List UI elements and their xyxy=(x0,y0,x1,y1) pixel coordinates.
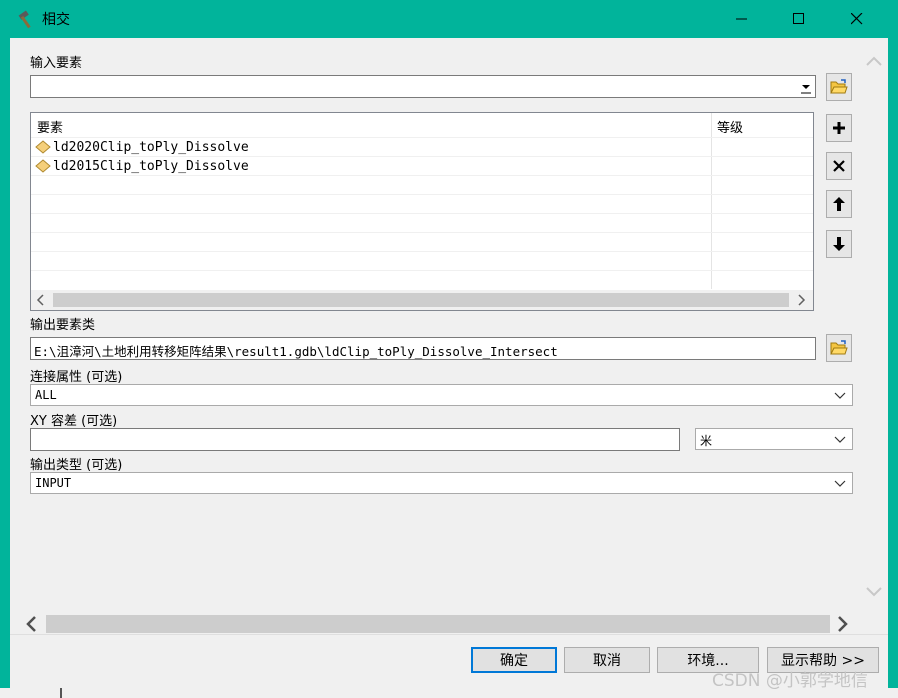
chevron-right-icon[interactable] xyxy=(795,294,807,306)
list-horizontal-scrollbar[interactable] xyxy=(31,290,813,310)
main-scrollbar-thumb[interactable] xyxy=(46,615,830,633)
list-item[interactable]: ld2020Clip_toPly_Dissolve xyxy=(35,138,249,156)
open-folder-icon xyxy=(830,79,848,94)
output-feature-class-value: E:\沮漳河\土地利用转移矩阵结果\result1.gdb\ldClip_toP… xyxy=(34,344,558,359)
xy-tolerance-unit-value: 米 xyxy=(700,434,713,448)
maximize-button[interactable] xyxy=(776,0,822,38)
maximize-icon xyxy=(793,13,804,24)
window-title: 相交 xyxy=(42,12,70,28)
chevron-left-icon xyxy=(26,616,36,632)
open-folder-icon xyxy=(830,340,848,355)
output-type-select[interactable]: INPUT xyxy=(30,472,853,494)
browse-output-button[interactable] xyxy=(826,334,852,362)
column-header-rank[interactable]: 等级 xyxy=(717,117,743,136)
input-features-list[interactable]: 要素 等级 ld2020Clip_toPly_Dissolve ld2015Cl… xyxy=(30,112,814,311)
chevron-down-icon xyxy=(866,587,882,597)
background-edge xyxy=(60,688,62,698)
arrow-down-icon xyxy=(833,237,845,251)
output-feature-class-field[interactable]: E:\沮漳河\土地利用转移矩阵结果\result1.gdb\ldClip_toP… xyxy=(30,337,816,360)
dropdown-arrow-icon xyxy=(801,85,811,94)
ok-button[interactable]: 确定 xyxy=(471,647,557,673)
output-feature-class-label: 输出要素类 xyxy=(30,318,96,333)
column-header-features[interactable]: 要素 xyxy=(37,117,63,136)
scroll-right-arrow[interactable] xyxy=(832,614,852,634)
join-attributes-label: 连接属性 (可选) xyxy=(30,370,123,385)
chevron-down-icon xyxy=(834,392,846,399)
chevron-left-icon[interactable] xyxy=(35,294,47,306)
watermark: CSDN @小郭学地信 xyxy=(712,671,868,691)
minimize-icon xyxy=(736,18,747,20)
chevron-right-icon xyxy=(838,616,848,632)
list-scrollbar-thumb[interactable] xyxy=(53,293,789,307)
input-features-label: 输入要素 xyxy=(30,56,83,71)
move-up-button[interactable] xyxy=(826,190,852,218)
join-attributes-select[interactable]: ALL xyxy=(30,384,853,406)
minimize-button[interactable] xyxy=(719,0,765,38)
xy-tolerance-input[interactable] xyxy=(30,428,680,451)
chevron-down-icon xyxy=(834,436,846,443)
close-button[interactable] xyxy=(834,0,880,38)
polygon-feature-icon xyxy=(35,159,51,173)
window-frame-right xyxy=(888,38,898,698)
list-item-name: ld2015Clip_toPly_Dissolve xyxy=(53,158,249,174)
input-features-dropdown[interactable] xyxy=(798,77,814,96)
move-down-button[interactable] xyxy=(826,230,852,258)
delete-x-icon xyxy=(833,160,845,172)
chevron-down-icon xyxy=(834,480,846,487)
plus-icon xyxy=(833,122,845,134)
chevron-up-icon xyxy=(866,56,882,66)
input-features-field[interactable] xyxy=(30,75,816,98)
output-type-label: 输出类型 (可选) xyxy=(30,458,123,473)
join-attributes-value: ALL xyxy=(35,388,57,402)
column-divider xyxy=(711,113,712,289)
xy-tolerance-unit-select[interactable]: 米 xyxy=(695,428,853,450)
output-type-value: INPUT xyxy=(35,476,72,490)
polygon-feature-icon xyxy=(35,140,51,154)
list-item[interactable]: ld2015Clip_toPly_Dissolve xyxy=(35,157,249,175)
scroll-down-arrow[interactable] xyxy=(864,582,884,602)
arrow-up-icon xyxy=(833,197,845,211)
scroll-left-arrow[interactable] xyxy=(22,614,42,634)
cancel-button[interactable]: 取消 xyxy=(564,647,650,673)
scroll-up-arrow[interactable] xyxy=(864,52,884,72)
add-row-button[interactable] xyxy=(826,114,852,142)
hammer-icon xyxy=(16,8,38,30)
window-frame-left xyxy=(0,38,10,698)
close-icon xyxy=(851,13,863,25)
remove-row-button[interactable] xyxy=(826,152,852,180)
xy-tolerance-label: XY 容差 (可选) xyxy=(30,414,118,429)
list-item-name: ld2020Clip_toPly_Dissolve xyxy=(53,139,249,155)
browse-input-button[interactable] xyxy=(826,73,852,101)
